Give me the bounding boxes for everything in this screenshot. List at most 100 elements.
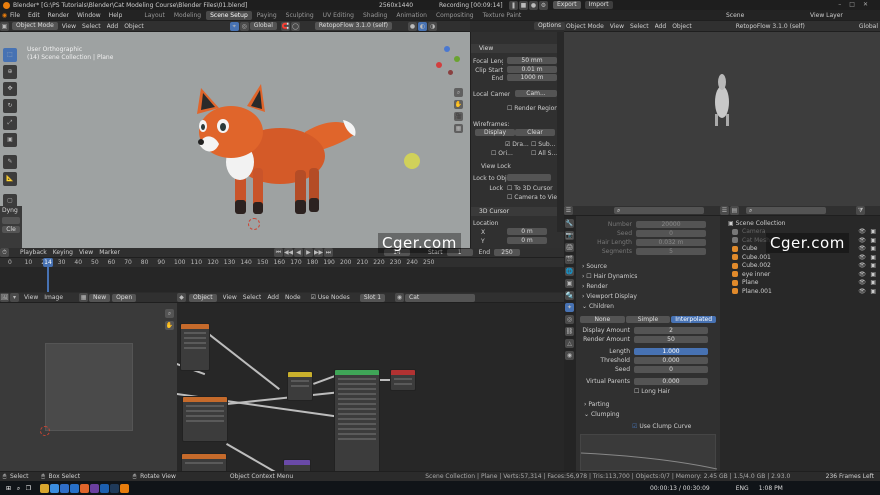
- image-2d-cursor-icon[interactable]: [40, 426, 50, 436]
- visibility-eye-icon[interactable]: 👁: [858, 271, 866, 278]
- minimize-icon[interactable]: –: [838, 1, 849, 8]
- app-purple-icon[interactable]: [90, 483, 99, 493]
- image-zoom-icon[interactable]: ⌕: [165, 309, 174, 318]
- fox-preview-model[interactable]: [710, 74, 734, 128]
- visibility-eye-icon[interactable]: 👁: [858, 279, 866, 286]
- shading-render-icon[interactable]: ◑: [428, 21, 438, 31]
- right-viewport-menu-view[interactable]: View: [610, 23, 624, 30]
- gizmo-neg-icon[interactable]: [448, 70, 453, 75]
- play-reverse-icon[interactable]: ◀: [293, 248, 303, 257]
- scene-tab-icon[interactable]: 🎬: [565, 255, 574, 264]
- number-field[interactable]: 20000: [636, 221, 706, 228]
- timeline-menu-keying[interactable]: Keying: [53, 249, 73, 256]
- image-pan-icon[interactable]: ✋: [165, 321, 174, 330]
- select-tool-icon[interactable]: ⬚: [3, 48, 17, 62]
- node-mix[interactable]: [287, 371, 313, 401]
- proportional-icon[interactable]: ◯: [290, 21, 300, 31]
- start-menu-icon[interactable]: ⊞: [4, 484, 13, 493]
- outliner-item[interactable]: Plane.001 👁 ▣: [732, 288, 878, 296]
- blender-menu-icon[interactable]: ◉: [0, 11, 9, 20]
- image-browse-icon[interactable]: ▦: [79, 293, 89, 302]
- render-section[interactable]: › Render: [582, 283, 608, 290]
- jump-end-icon[interactable]: ⏭: [323, 248, 333, 257]
- close-icon[interactable]: ✕: [863, 1, 876, 8]
- timeline-menu-view[interactable]: View: [79, 249, 93, 256]
- image-editor-canvas[interactable]: ⌕ ✋: [0, 303, 177, 471]
- seed-field[interactable]: 0: [636, 230, 706, 237]
- pivot-icon[interactable]: ◎: [239, 21, 249, 31]
- transform-dropdown[interactable]: Global: [249, 22, 277, 30]
- object-tab-icon[interactable]: ▣: [565, 279, 574, 288]
- clump-curve-widget[interactable]: [580, 434, 718, 471]
- material-browse-icon[interactable]: ◉: [395, 293, 405, 302]
- settings-icon[interactable]: ⚙: [539, 0, 548, 10]
- node-color-ramp[interactable]: [181, 453, 227, 471]
- focal-length-field[interactable]: 50 mm: [507, 57, 557, 64]
- outliner-search-field[interactable]: ⌕: [746, 207, 826, 214]
- use-clump-curve-checkbox[interactable]: ☑ Use Clump Curve: [632, 423, 691, 430]
- mode-selector[interactable]: Object Mode: [12, 22, 58, 30]
- menu-help[interactable]: Help: [109, 12, 123, 19]
- menu-file[interactable]: File: [10, 12, 20, 19]
- view-layer-selector[interactable]: View Layer: [810, 12, 843, 19]
- virtual-parents-field[interactable]: 0.000: [634, 378, 708, 385]
- workspace-tab-compositing[interactable]: Compositing: [432, 11, 478, 20]
- children-none-tab[interactable]: None: [580, 316, 625, 323]
- viewport-menu-object[interactable]: Object: [124, 23, 144, 30]
- viewport-display-section[interactable]: › Viewport Display: [582, 293, 637, 300]
- next-key-icon[interactable]: ▶▶: [313, 248, 323, 257]
- render-camera-icon[interactable]: ▣: [870, 254, 876, 261]
- visibility-eye-icon[interactable]: 👁: [858, 228, 866, 235]
- local-camera-field[interactable]: Cam...: [515, 90, 557, 97]
- tool-tab-icon[interactable]: 🔧: [565, 219, 574, 228]
- render-camera-icon[interactable]: ▣: [870, 228, 876, 235]
- camera-view-icon[interactable]: 🎥: [454, 112, 463, 121]
- outliner-item[interactable]: eye inner 👁 ▣: [732, 271, 878, 279]
- properties-editor-icon[interactable]: ☰: [564, 206, 573, 215]
- children-simple-tab[interactable]: Simple: [625, 316, 671, 323]
- timeline-editor-icon[interactable]: ⏱: [0, 248, 9, 257]
- hair-dynamics-section[interactable]: › ☐ Hair Dynamics: [582, 273, 637, 280]
- outliner-filter-icon[interactable]: ⧩: [856, 206, 865, 215]
- scale-tool-icon[interactable]: ⤢: [3, 116, 17, 130]
- fox-model[interactable]: [185, 84, 365, 224]
- lock-to-object-field[interactable]: [507, 174, 551, 181]
- task-view-icon[interactable]: ❐: [24, 484, 33, 493]
- node-bump[interactable]: [283, 459, 311, 471]
- visibility-eye-icon[interactable]: 👁: [858, 262, 866, 269]
- 3d-cursor-icon[interactable]: [248, 218, 260, 230]
- location-y-field[interactable]: 0 m: [507, 237, 547, 244]
- material-tab-icon[interactable]: ◉: [565, 351, 574, 360]
- mail-icon[interactable]: [70, 483, 79, 493]
- rotate-tool-icon[interactable]: ↻: [3, 99, 17, 113]
- location-x-field[interactable]: 0 m: [507, 228, 547, 235]
- view-section-header[interactable]: View: [471, 44, 564, 53]
- scene-collection-row[interactable]: ▣ Scene Collection: [728, 220, 785, 227]
- gizmo-x-icon[interactable]: [436, 62, 442, 68]
- app-orange-icon[interactable]: [80, 483, 89, 493]
- image-mode-icon[interactable]: ▾: [10, 293, 19, 302]
- right-mode-selector[interactable]: Object Mode: [566, 23, 604, 30]
- playhead[interactable]: 14: [43, 258, 53, 267]
- node-menu-node[interactable]: Node: [285, 294, 301, 301]
- outliner-display-mode-icon[interactable]: ▤: [730, 206, 739, 215]
- children-section[interactable]: ⌄ Children: [582, 303, 614, 310]
- image-menu-image[interactable]: Image: [44, 294, 63, 301]
- camera-icon[interactable]: ●: [529, 0, 538, 10]
- browser-icon[interactable]: [50, 483, 59, 493]
- app-blender-icon[interactable]: [120, 483, 129, 493]
- new-image-button[interactable]: New: [89, 293, 111, 302]
- navigation-gizmo[interactable]: [432, 46, 464, 80]
- seed2-field[interactable]: 0: [634, 366, 708, 373]
- menu-edit[interactable]: Edit: [28, 12, 40, 19]
- menu-render[interactable]: Render: [48, 12, 69, 19]
- viewport-menu-add[interactable]: Add: [107, 23, 119, 30]
- explorer-icon[interactable]: [40, 483, 49, 493]
- workspace-tab-modeling[interactable]: Modeling: [170, 11, 205, 20]
- snap-icon[interactable]: 🧲: [280, 21, 290, 31]
- node-editor-canvas[interactable]: [177, 303, 564, 471]
- menu-window[interactable]: Window: [77, 12, 101, 19]
- sub-checkbox[interactable]: ☐ Sub...: [531, 141, 555, 148]
- pan-icon[interactable]: ✋: [454, 100, 463, 109]
- zoom-icon[interactable]: ⌕: [454, 88, 463, 97]
